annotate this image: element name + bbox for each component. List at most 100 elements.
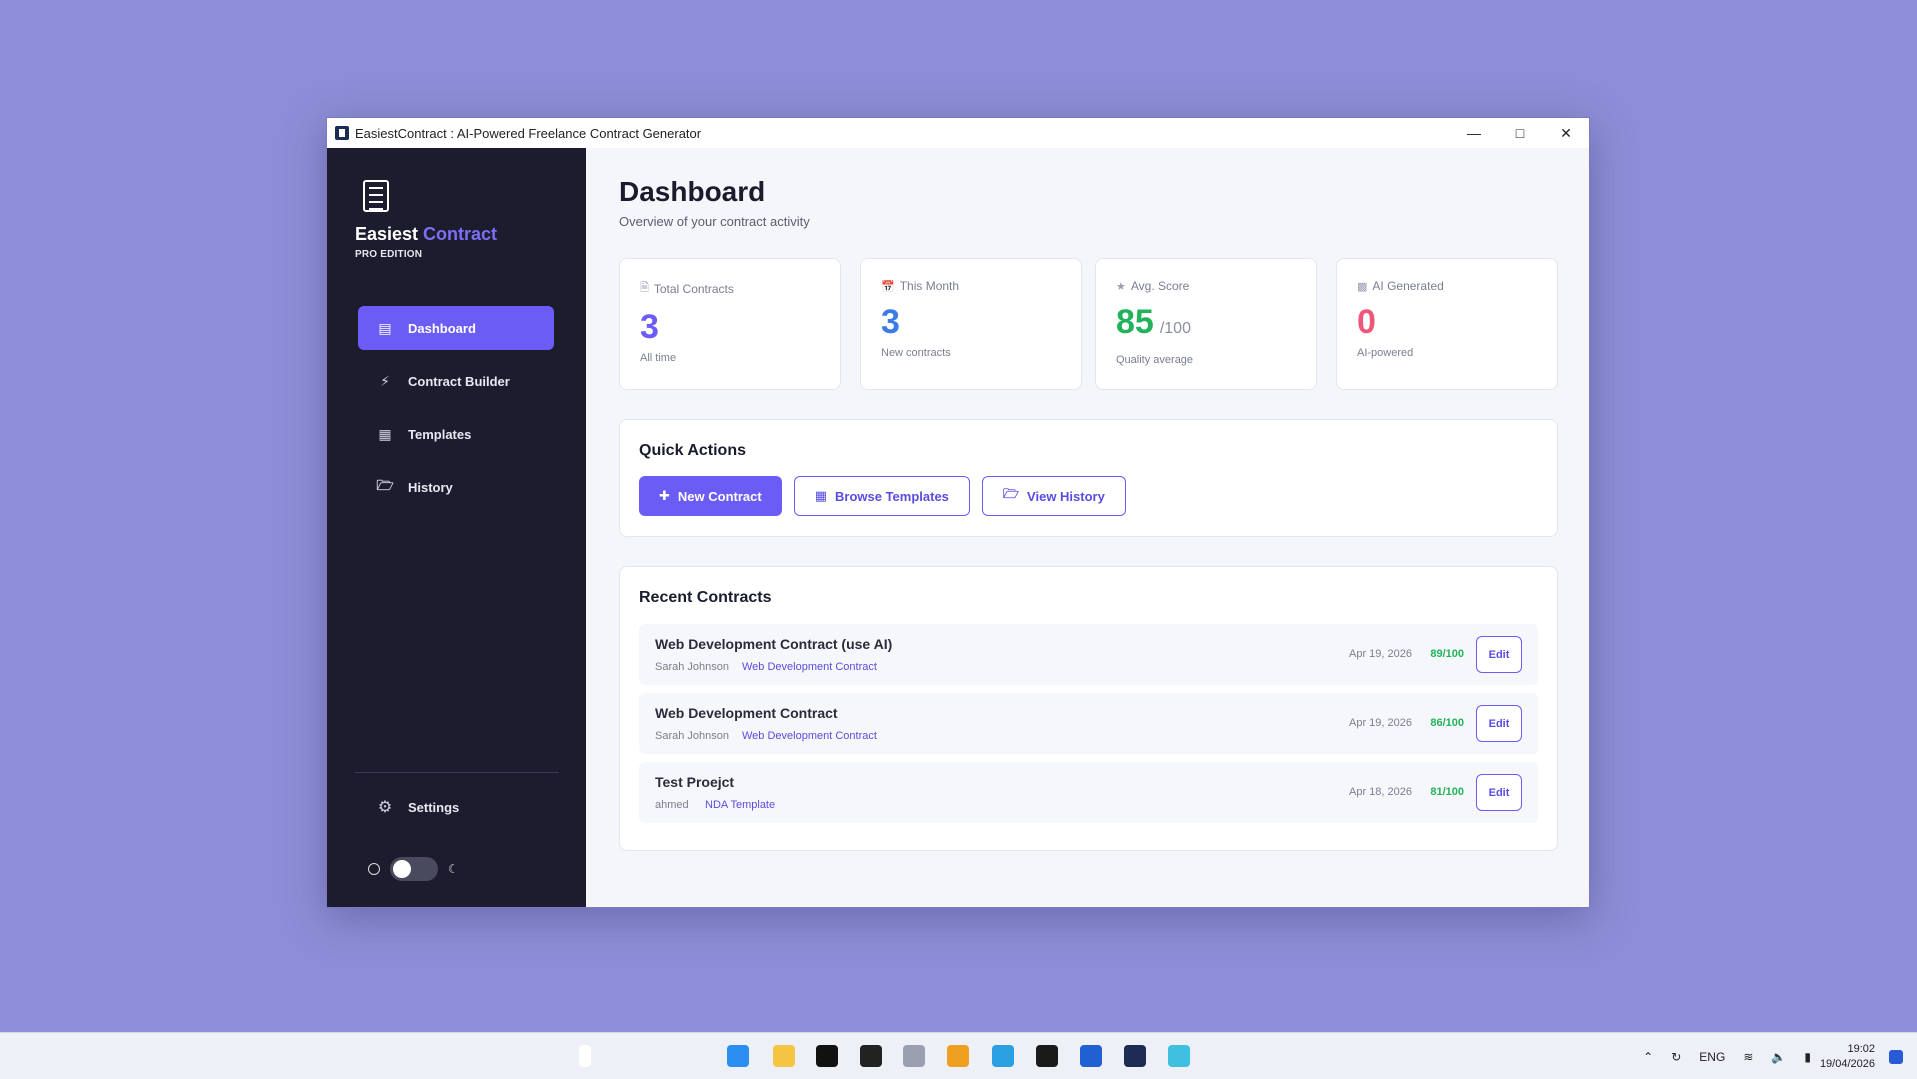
moon-icon: ☾ [448,862,459,876]
edit-button[interactable]: Edit [1476,705,1522,742]
battery-icon[interactable]: ▮ [1804,1050,1811,1064]
stat-label: This Month [899,279,960,293]
sidebar-item-contract-builder[interactable]: ⚡ Contract Builder [358,359,554,403]
sync-icon[interactable]: ↻ [1671,1050,1681,1064]
stat-card-avg-score: ★ Avg. Score 85/100 Quality average [1095,258,1317,390]
taskbar-app-icon[interactable] [1080,1045,1102,1067]
volume-icon[interactable]: 🔈 [1771,1050,1786,1064]
taskbar-app-icon[interactable] [903,1045,925,1067]
clock-date: 19/04/2026 [1819,1057,1875,1070]
contract-score: 81/100 [1430,786,1464,798]
template-icon: ▦ [378,425,392,442]
title-bar: EasiestContract : AI-Powered Freelance C… [327,118,1589,148]
taskbar-app-icon[interactable] [1124,1045,1146,1067]
page-title: Dashboard [619,176,766,207]
clock[interactable]: 19:02 19/04/2026 [1820,1042,1875,1072]
contract-client: Sarah Johnson [655,661,729,673]
view-history-button[interactable]: 🗁 View History [981,476,1126,516]
calendar-icon: 📅 [881,280,895,293]
stat-value: 0 [1357,303,1376,341]
star-icon: ★ [1116,280,1126,293]
sidebar-item-dashboard[interactable]: ▤ Dashboard [358,306,554,350]
folder-icon: 🗁 [1002,486,1020,501]
contract-template-link[interactable]: Web Development Contract [742,730,877,742]
notification-icon[interactable] [1889,1049,1903,1064]
stat-label: AI Generated [1372,279,1444,293]
contract-score: 86/100 [1430,717,1464,729]
taskbar-app-icon[interactable] [773,1045,795,1067]
page-subtitle: Overview of your contract activity [619,214,810,229]
brand-name-part1: Easiest [355,224,419,244]
contract-client: Sarah Johnson [655,730,729,742]
robot-icon: ▩ [1357,280,1368,293]
sidebar-divider [355,772,559,773]
quick-actions-title: Quick Actions [639,442,746,459]
stat-card-this-month: 📅 This Month 3 New contracts [860,258,1082,390]
main-content: Dashboard Overview of your contract acti… [586,148,1589,907]
stat-label: Total Contracts [653,281,734,296]
sidebar-item-label: Dashboard [408,320,476,336]
taskbar-app-icon[interactable] [816,1045,838,1067]
stat-card-total-contracts: 🗎 Total Contracts 3 All time [619,258,841,390]
contract-template-link[interactable]: NDA Template [705,799,775,811]
stat-foot: Quality average [1116,354,1194,366]
contract-date: Apr 19, 2026 [1349,648,1412,660]
theme-switcher: ☾ [368,857,459,881]
wifi-icon[interactable]: ≋ [1743,1050,1753,1064]
settings-label: Settings [408,799,460,815]
quick-actions-card: Quick Actions ✚ New Contract ▦ Browse Te… [619,419,1558,537]
contract-score: 89/100 [1430,648,1464,660]
minimize-button[interactable]: — [1451,118,1497,148]
clock-time: 19:02 [1847,1042,1875,1055]
language-indicator[interactable]: ENG [1699,1050,1725,1064]
contract-date: Apr 18, 2026 [1349,786,1412,798]
plus-icon: ✚ [659,488,670,503]
brand-name-part2: Contract [423,224,498,244]
stat-value: 3 [881,303,900,341]
maximize-button[interactable]: □ [1497,118,1543,148]
contract-title: Web Development Contract (use AI) [655,636,893,652]
taskbar-widget-icon[interactable] [579,1045,591,1067]
start-icon[interactable] [727,1045,749,1067]
chevron-up-icon[interactable]: ⌃ [1643,1050,1653,1064]
table-row[interactable]: Web Development Contract (use AI) Sarah … [639,624,1538,685]
recent-contracts-card: Recent Contracts Web Development Contrac… [619,566,1558,851]
chart-icon: ▤ [378,319,392,336]
stat-label: Avg. Score [1130,279,1190,293]
contract-template-link[interactable]: Web Development Contract [742,661,877,673]
stat-value: 85/100 [1116,303,1191,341]
document-icon: 🗎 [640,282,649,294]
table-row[interactable]: Web Development Contract Sarah Johnson W… [639,693,1538,754]
contract-date: Apr 19, 2026 [1349,717,1412,729]
sidebar-item-label: History [408,479,453,495]
contract-title: Web Development Contract [655,705,838,721]
browse-templates-button[interactable]: ▦ Browse Templates [793,476,970,516]
window-title: EasiestContract : AI-Powered Freelance C… [355,125,702,141]
sidebar: Easiest Contract PRO EDITION ▤ Dashboard … [327,148,586,907]
stat-foot: AI-powered [1357,347,1414,359]
taskbar-app-icon[interactable] [860,1045,882,1067]
gear-icon: ⚙ [377,799,393,816]
stat-card-ai-generated: ▩ AI Generated 0 AI-powered [1336,258,1558,390]
sidebar-item-label: Contract Builder [408,373,510,389]
theme-toggle[interactable] [390,857,438,881]
sidebar-item-history[interactable]: 🗁 History [358,465,554,509]
recent-contracts-title: Recent Contracts [639,589,772,606]
brand-name: Easiest Contract [355,224,497,245]
taskbar-app-icon[interactable] [992,1045,1014,1067]
edit-button[interactable]: Edit [1476,636,1522,673]
taskbar-app-icon[interactable] [1036,1045,1058,1067]
sidebar-nav: ▤ Dashboard ⚡ Contract Builder ▦ Templat… [358,306,554,518]
folder-icon: 🗁 [376,477,394,493]
edit-button[interactable]: Edit [1476,774,1522,811]
table-row[interactable]: Test Proejct ahmed NDA Template Apr 18, … [639,762,1538,823]
taskbar-app-icon[interactable] [947,1045,969,1067]
sidebar-item-settings[interactable]: ⚙ Settings [358,787,554,827]
close-button[interactable]: ✕ [1543,118,1589,148]
sidebar-item-templates[interactable]: ▦ Templates [358,412,554,456]
taskbar-app-icon[interactable] [1168,1045,1190,1067]
document-logo-icon [363,180,389,212]
stat-foot: All time [640,352,677,364]
contract-title: Test Proejct [655,774,735,790]
new-contract-button[interactable]: ✚ New Contract [639,476,782,516]
